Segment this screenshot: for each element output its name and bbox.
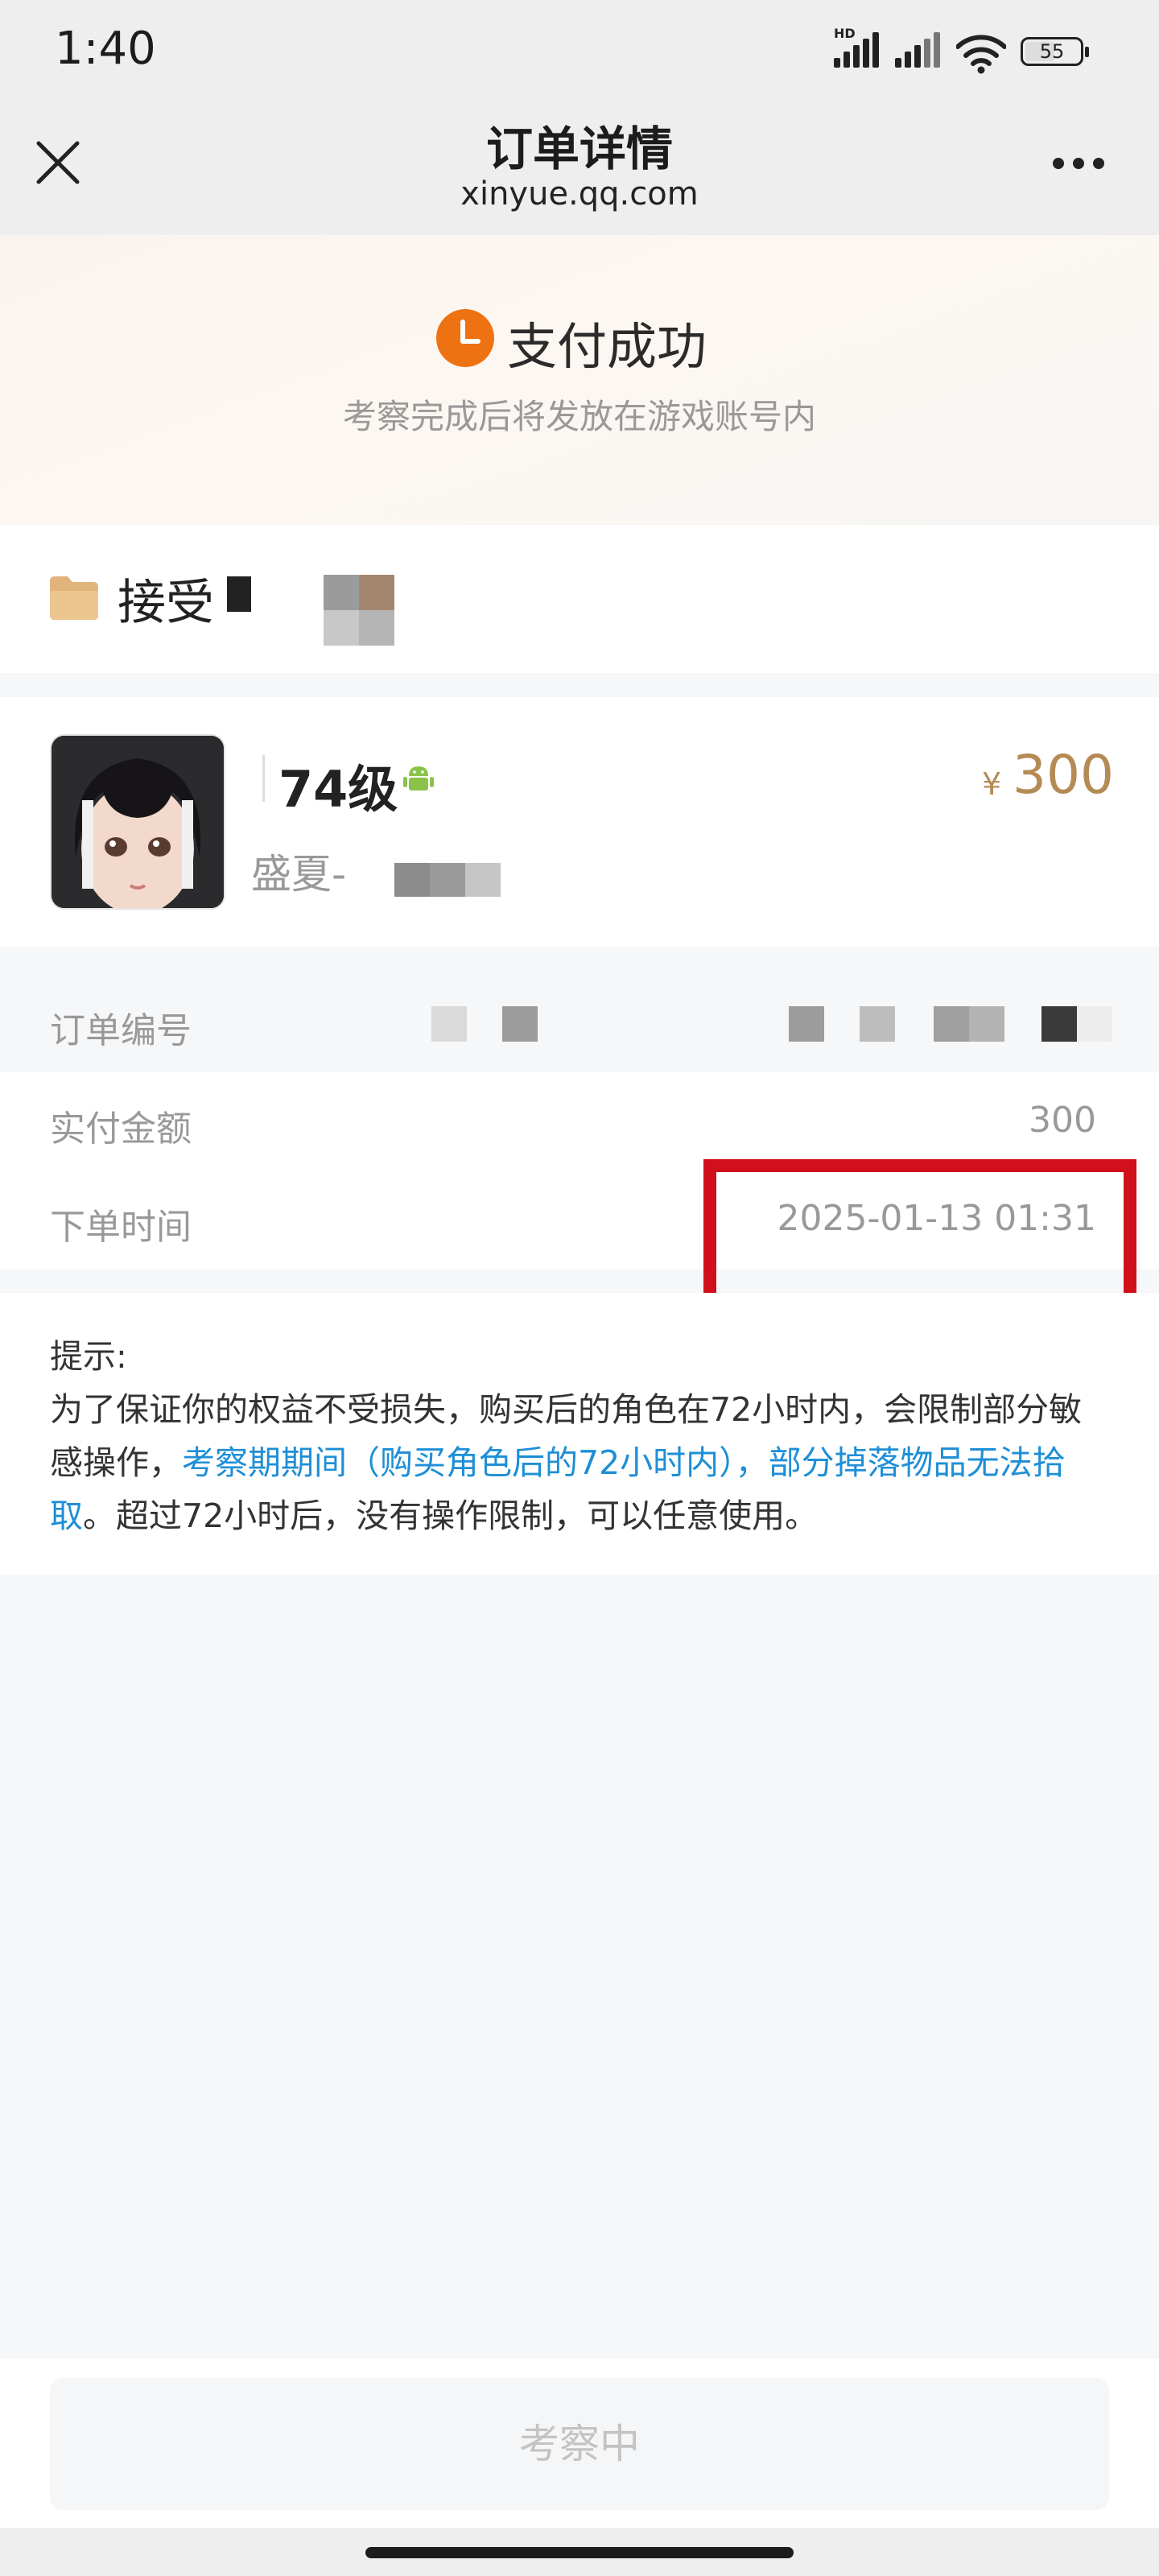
home-indicator[interactable] [365, 2547, 794, 2558]
order-number-label: 订单编号 [50, 1010, 192, 1051]
tip-text: 提示: 为了保证你的权益不受损失，购买后的角色在72小时内，会限制部分敏感操作，… [50, 1330, 1112, 1542]
redacted-block [502, 1006, 538, 1042]
hd-label: HD [834, 26, 856, 41]
signal-icon-2 [895, 32, 947, 68]
redacted-block [934, 1006, 969, 1042]
paid-amount-value: 300 [1029, 1100, 1096, 1141]
status-banner [0, 235, 1159, 525]
redacted-block [430, 863, 465, 897]
battery-percent: 55 [1039, 40, 1065, 63]
status-time: 1:40 [55, 23, 156, 75]
redacted-block [465, 863, 501, 897]
redacted-block [359, 610, 394, 646]
tip-text-part-2: 。超过72小时后，没有操作限制，可以任意使用。 [83, 1496, 819, 1535]
paid-amount-label: 实付金额 [50, 1108, 192, 1150]
divider [262, 755, 265, 802]
page-domain: xinyue.qq.com [460, 175, 699, 213]
price-value: 300 [1013, 744, 1114, 806]
folder-icon [50, 576, 98, 620]
character-name: 盛夏- [251, 851, 347, 898]
redacted-block [860, 1006, 895, 1042]
redacted-block [431, 1006, 467, 1042]
redacted-block [324, 575, 359, 610]
character-level: 74级 [278, 760, 398, 819]
clock-icon [436, 309, 494, 367]
redacted-block [324, 610, 359, 646]
redacted-block [1041, 1006, 1077, 1042]
android-icon [403, 766, 434, 791]
payment-status-subtitle: 考察完成后将发放在游戏账号内 [342, 397, 816, 436]
character-avatar [50, 734, 225, 910]
redacted-block [394, 863, 430, 897]
inspection-status-button[interactable]: 考察中 [50, 2378, 1109, 2510]
payment-status-title: 支付成功 [507, 317, 707, 376]
redacted-block [969, 1006, 1004, 1042]
price-currency: ¥ [982, 766, 1002, 802]
order-time-label: 下单时间 [50, 1207, 192, 1248]
battery-icon: 55 [1021, 37, 1089, 69]
redacted-block [359, 575, 394, 610]
redacted-block [1077, 1006, 1112, 1042]
highlight-annotation-box [703, 1159, 1136, 1309]
tip-heading: 提示: [50, 1337, 127, 1376]
seller-name: 接受 [118, 575, 214, 631]
wifi-icon [956, 35, 1006, 74]
page-title: 订单详情 [485, 122, 673, 176]
redacted-block [789, 1006, 824, 1042]
redacted-block [227, 576, 251, 612]
more-menu-button[interactable] [1046, 153, 1111, 177]
signal-icon: HD [834, 26, 885, 68]
